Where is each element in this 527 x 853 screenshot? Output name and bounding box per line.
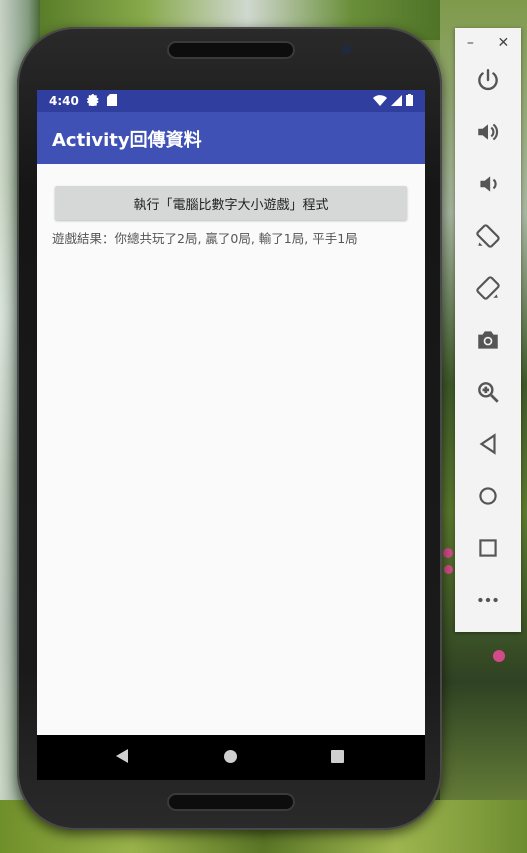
signal-icon: [391, 94, 402, 109]
home-icon: [475, 483, 501, 513]
sd-card-icon: [106, 93, 117, 109]
more-icon: [475, 587, 501, 617]
nav-back-icon[interactable]: [116, 749, 128, 763]
back-button[interactable]: [455, 426, 521, 466]
run-game-button[interactable]: 執行「電腦比數字大小遊戲」程式: [55, 186, 407, 220]
zoom-icon: [475, 379, 501, 409]
rotate-right-icon: [475, 275, 501, 305]
background-flower: [493, 650, 505, 662]
volume-up-icon: [475, 119, 501, 149]
background-flower: [443, 548, 453, 558]
emulator-toolbar: – ✕: [455, 28, 521, 632]
screenshot-button[interactable]: [455, 322, 521, 362]
phone-frame: 4:40 Activity回傳資料 執行「電腦比數字大小遊戲」程式 遊戲結果：你…: [17, 27, 442, 830]
more-button[interactable]: [455, 582, 521, 622]
home-button[interactable]: [455, 478, 521, 518]
battery-icon: [406, 94, 413, 109]
minimize-button[interactable]: –: [467, 35, 474, 51]
phone-screen: 4:40 Activity回傳資料 執行「電腦比數字大小遊戲」程式 遊戲結果：你…: [37, 90, 425, 780]
status-indicators: [373, 94, 413, 109]
top-speaker: [169, 43, 293, 57]
close-button[interactable]: ✕: [497, 35, 509, 51]
settings-icon: [86, 93, 99, 109]
overview-button[interactable]: [455, 530, 521, 570]
navigation-bar: [37, 735, 425, 780]
volume-down-button[interactable]: [455, 166, 521, 206]
front-camera: [342, 45, 351, 54]
toolbar-window-controls: – ✕: [455, 28, 521, 58]
overview-icon: [475, 535, 501, 565]
zoom-button[interactable]: [455, 374, 521, 414]
status-bar: 4:40: [37, 90, 425, 112]
back-icon: [475, 431, 501, 461]
background-flower: [444, 565, 453, 574]
nav-home-icon[interactable]: [224, 750, 237, 763]
rotate-left-icon: [475, 223, 501, 253]
volume-down-icon: [475, 171, 501, 201]
wifi-icon: [373, 94, 387, 109]
volume-up-button[interactable]: [455, 114, 521, 154]
app-bar: Activity回傳資料: [37, 112, 425, 164]
app-title: Activity回傳資料: [52, 130, 202, 151]
rotate-right-button[interactable]: [455, 270, 521, 310]
game-result-text: 遊戲結果：你總共玩了2局, 贏了0局, 輸了1局, 平手1局: [52, 231, 358, 246]
nav-recents-icon[interactable]: [331, 750, 344, 763]
power-icon: [475, 67, 501, 97]
status-time: 4:40: [49, 94, 79, 108]
bottom-speaker: [169, 795, 293, 809]
camera-icon: [475, 327, 501, 357]
power-button[interactable]: [455, 62, 521, 102]
main-content: 執行「電腦比數字大小遊戲」程式 遊戲結果：你總共玩了2局, 贏了0局, 輸了1局…: [37, 164, 425, 735]
rotate-left-button[interactable]: [455, 218, 521, 258]
